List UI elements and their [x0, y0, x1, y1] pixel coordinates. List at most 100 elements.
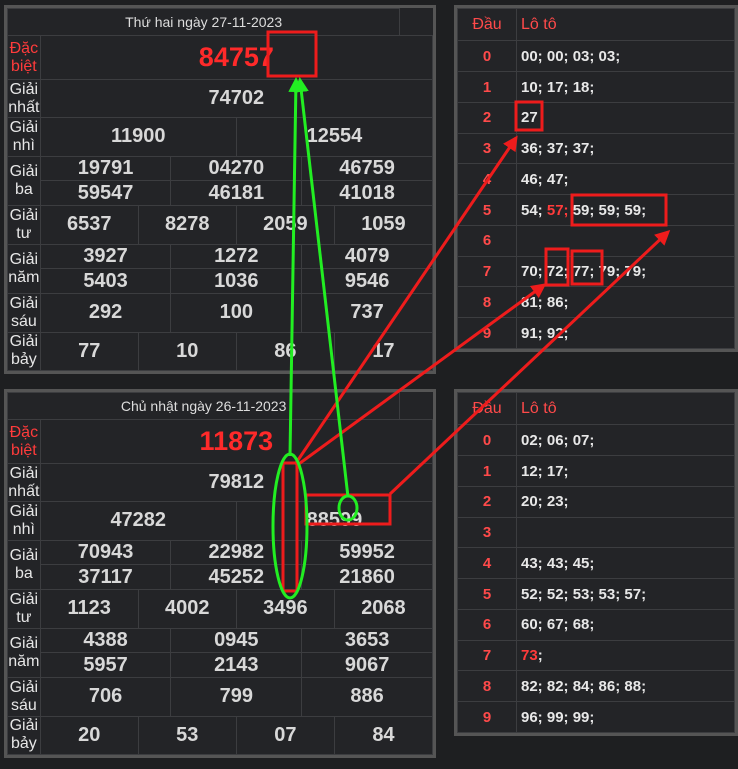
label-sixth-prize: Giải sáu [7, 293, 41, 333]
special-prize-number: 11873 [39, 419, 434, 464]
loto-values: 96; 99; 99; [516, 701, 735, 733]
label-fifth-prize: Giải năm [7, 627, 41, 679]
loto-dau: 0 [457, 424, 517, 457]
label-special-prize: Đặc biệt [7, 419, 41, 464]
loto-dau: 7 [457, 639, 517, 672]
loto-values: 52; 52; 53; 53; 57; [516, 578, 735, 610]
third-prize-number: 21860 [301, 564, 433, 591]
results-panel-top: Thứ hai ngày 27-11-2023 Đặc biệt 84757 G… [4, 5, 436, 374]
sixth-prize-number: 706 [39, 677, 172, 717]
sixth-prize-number: 886 [301, 677, 433, 717]
draw-date-title: Thứ hai ngày 27-11-2023 [6, 8, 401, 36]
label-second-prize: Giải nhì [7, 117, 41, 157]
loto-dau: 8 [457, 286, 517, 319]
third-prize-number: 41018 [301, 180, 433, 207]
fifth-prize-number: 9546 [301, 268, 433, 295]
fourth-prize-number: 3496 [235, 589, 335, 629]
seventh-prize-number: 17 [333, 331, 434, 372]
loto-head-loto: Lô tô [516, 7, 735, 42]
first-prize-number: 74702 [39, 78, 434, 119]
fourth-prize-number: 4002 [137, 589, 237, 629]
loto-dau: 0 [457, 40, 517, 73]
fourth-prize-number: 1059 [333, 205, 434, 245]
loto-dau: 6 [457, 224, 517, 257]
loto-dau: 6 [457, 608, 517, 641]
third-prize-number: 46759 [301, 155, 433, 182]
third-prize-number: 37117 [39, 564, 172, 591]
loto-values: 12; 17; [516, 455, 735, 487]
loto-values: 54; 57; 59; 59; 59; [516, 194, 735, 226]
draw-date-title: Chủ nhật ngày 26-11-2023 [6, 392, 401, 420]
label-second-prize: Giải nhì [7, 501, 41, 541]
label-third-prize: Giải ba [7, 155, 41, 207]
loto-dau: 5 [457, 578, 517, 610]
loto-value: ; [537, 647, 543, 665]
loto-values: 27 [516, 101, 735, 134]
loto-value: 54; [521, 201, 547, 219]
fifth-prize-number: 4079 [301, 243, 433, 270]
second-prize-number: 12554 [235, 117, 434, 157]
loto-values: 20; 23; [516, 485, 735, 518]
loto-value-highlight: 57; [546, 201, 569, 219]
label-fifth-prize: Giải năm [7, 243, 41, 295]
loto-values: 00; 00; 03; 03; [516, 40, 735, 73]
loto-values: 46; 47; [516, 163, 735, 196]
sixth-prize-number: 100 [170, 293, 303, 333]
label-special-prize: Đặc biệt [7, 35, 41, 80]
loto-panel-top: Đầu Lô tô 0 00; 00; 03; 03; 1 10; 17; 18; … [454, 5, 738, 352]
loto-dau: 8 [457, 670, 517, 703]
sixth-prize-number: 737 [301, 293, 433, 333]
second-prize-number: 11900 [39, 117, 237, 157]
third-prize-number: 45252 [170, 564, 303, 591]
loto-dau: 4 [457, 547, 517, 580]
third-prize-number: 22982 [170, 539, 303, 566]
second-prize-number: 88599 [235, 501, 434, 541]
third-prize-number: 19791 [39, 155, 172, 182]
fifth-prize-number: 4388 [39, 627, 172, 654]
seventh-prize-number: 07 [235, 715, 335, 756]
sixth-prize-number: 799 [170, 677, 303, 717]
loto-dau: 1 [457, 455, 517, 487]
loto-values [516, 224, 735, 257]
loto-dau: 9 [457, 317, 517, 349]
fourth-prize-number: 2059 [235, 205, 335, 245]
label-fourth-prize: Giải tư [7, 589, 41, 629]
loto-values: 10; 17; 18; [516, 71, 735, 103]
loto-values: 02; 06; 07; [516, 424, 735, 457]
third-prize-number: 59952 [301, 539, 433, 566]
loto-values: 81; 86; [516, 286, 735, 319]
fifth-prize-number: 5957 [39, 652, 172, 679]
label-seventh-prize: Giải bảy [7, 715, 41, 756]
fourth-prize-number: 6537 [39, 205, 139, 245]
loto-dau: 4 [457, 163, 517, 196]
loto-dau: 3 [457, 132, 517, 165]
fourth-prize-number: 1123 [39, 589, 139, 629]
loto-values: 73; [516, 639, 735, 672]
loto-dau: 7 [457, 255, 517, 288]
loto-head-loto: Lô tô [516, 391, 735, 426]
loto-values: 82; 82; 84; 86; 88; [516, 670, 735, 703]
third-prize-number: 46181 [170, 180, 303, 207]
fifth-prize-number: 1272 [170, 243, 303, 270]
fourth-prize-number: 8278 [137, 205, 237, 245]
third-prize-number: 04270 [170, 155, 303, 182]
loto-dau: 2 [457, 101, 517, 134]
fifth-prize-number: 3653 [301, 627, 433, 654]
loto-value-highlight: 73 [521, 647, 538, 665]
loto-values [516, 516, 735, 549]
fifth-prize-number: 1036 [170, 268, 303, 295]
sixth-prize-number: 292 [39, 293, 172, 333]
loto-dau: 5 [457, 194, 517, 226]
third-prize-number: 70943 [39, 539, 172, 566]
label-first-prize: Giải nhất [7, 462, 41, 503]
loto-dau: 1 [457, 71, 517, 103]
seventh-prize-number: 20 [39, 715, 139, 756]
fifth-prize-number: 9067 [301, 652, 433, 679]
seventh-prize-number: 77 [39, 331, 139, 372]
second-prize-number: 47282 [39, 501, 237, 541]
loto-values: 36; 37; 37; [516, 132, 735, 165]
loto-values: 43; 43; 45; [516, 547, 735, 580]
label-fourth-prize: Giải tư [7, 205, 41, 245]
loto-value: 59; 59; 59; [568, 201, 647, 219]
loto-dau: 3 [457, 516, 517, 549]
